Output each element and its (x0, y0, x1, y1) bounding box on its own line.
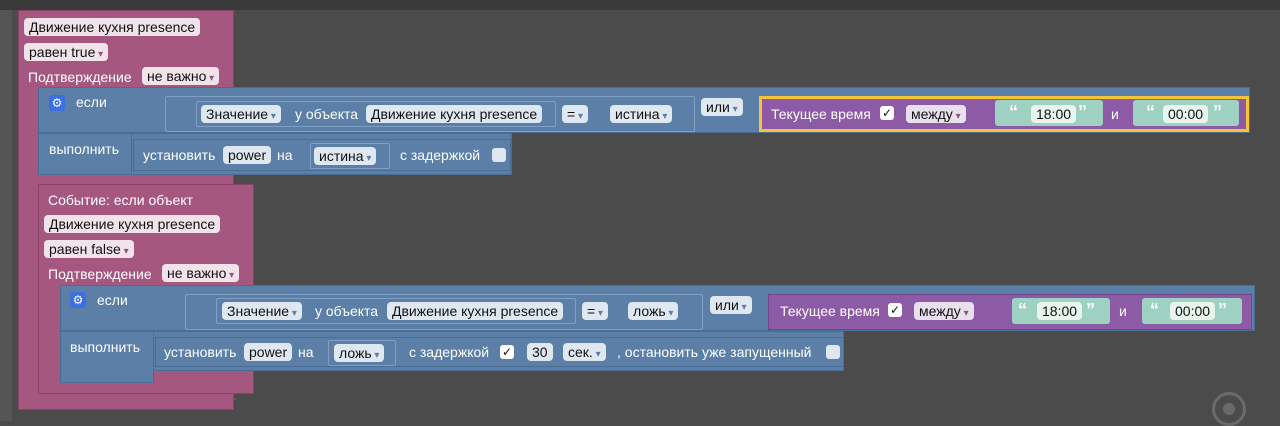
time-from-field[interactable]: 18:00 (1031, 105, 1077, 123)
event-label: Событие: если объект (48, 192, 194, 208)
delay-value-field[interactable]: 30 (527, 343, 553, 361)
set-label: установить (164, 344, 237, 360)
time-from-field[interactable]: 18:00 (1037, 302, 1083, 320)
stop-running-checkbox[interactable] (826, 345, 840, 359)
condition-object-field[interactable]: Движение кухня presence (366, 105, 543, 123)
event-equals-dropdown[interactable]: равен false (44, 240, 134, 258)
check-icon[interactable]: ✓ (500, 345, 514, 359)
delay-unit-dropdown[interactable]: сек. (563, 343, 606, 361)
check-icon[interactable]: ✓ (880, 106, 894, 120)
or-dropdown[interactable]: или (710, 296, 752, 314)
confirm-label: Подтверждение (28, 69, 132, 85)
between-dropdown[interactable]: между (914, 302, 974, 320)
confirm-dropdown[interactable]: не важно (142, 67, 220, 85)
set-value-dropdown[interactable]: ложь (334, 344, 385, 362)
event-object-field[interactable]: Движение кухня presence (24, 18, 201, 36)
of-object-label: у объекта (295, 106, 359, 122)
quote-open-icon: “ (1146, 102, 1155, 122)
set-variable-field[interactable]: power (223, 146, 272, 164)
gear-icon[interactable]: ⚙ (70, 292, 86, 308)
between-dropdown[interactable]: между (906, 105, 966, 123)
operator-dropdown[interactable]: = (562, 105, 588, 123)
operator-dropdown[interactable]: = (582, 302, 608, 320)
quote-open-icon: “ (1009, 102, 1018, 122)
or-dropdown[interactable]: или (701, 98, 743, 116)
delay-label: с задержкой (400, 147, 481, 163)
set-value-dropdown[interactable]: истина (314, 147, 377, 165)
event-equals-dropdown[interactable]: равен true (24, 43, 109, 61)
condition-value-dropdown[interactable]: истина (610, 105, 673, 123)
value-dropdown[interactable]: Значение (201, 105, 281, 123)
condition-value-dropdown[interactable]: ложь (628, 302, 679, 320)
value-dropdown[interactable]: Значение (222, 302, 302, 320)
stop-running-label: , остановить уже запущенный (617, 344, 812, 360)
confirm-label: Подтверждение (48, 266, 152, 282)
current-time-label: Текущее время (771, 106, 871, 122)
of-object-label: у объекта (315, 303, 379, 319)
quote-close-icon: ” (1218, 300, 1227, 320)
quote-close-icon: ” (1078, 102, 1087, 122)
top-bar (0, 0, 1280, 10)
confirm-dropdown[interactable]: не важно (162, 264, 240, 282)
event-object-field[interactable]: Движение кухня presence (44, 215, 221, 233)
delay-checkbox[interactable] (492, 148, 506, 162)
and-label: и (1119, 303, 1127, 319)
quote-close-icon: ” (1213, 102, 1222, 122)
time-to-field[interactable]: 00:00 (1170, 302, 1216, 320)
then-label: выполнить (70, 339, 140, 355)
quote-close-icon: ” (1086, 300, 1095, 320)
on-label: на (298, 344, 314, 360)
workspace-left-edge (0, 10, 12, 421)
if-label: если (76, 94, 107, 110)
on-label: на (277, 147, 293, 163)
if-label: если (97, 292, 128, 308)
set-label: установить (143, 147, 216, 163)
then-label: выполнить (49, 141, 119, 157)
and-label: и (1111, 106, 1119, 122)
set-variable-field[interactable]: power (244, 343, 293, 361)
delay-label: с задержкой (409, 344, 490, 360)
check-icon[interactable]: ✓ (888, 303, 902, 317)
condition-object-field[interactable]: Движение кухня presence (387, 302, 564, 320)
time-to-field[interactable]: 00:00 (1163, 105, 1209, 123)
quote-open-icon: “ (1150, 300, 1159, 320)
gear-icon[interactable]: ⚙ (49, 95, 65, 111)
current-time-label: Текущее время (780, 303, 880, 319)
quote-open-icon: “ (1018, 300, 1027, 320)
